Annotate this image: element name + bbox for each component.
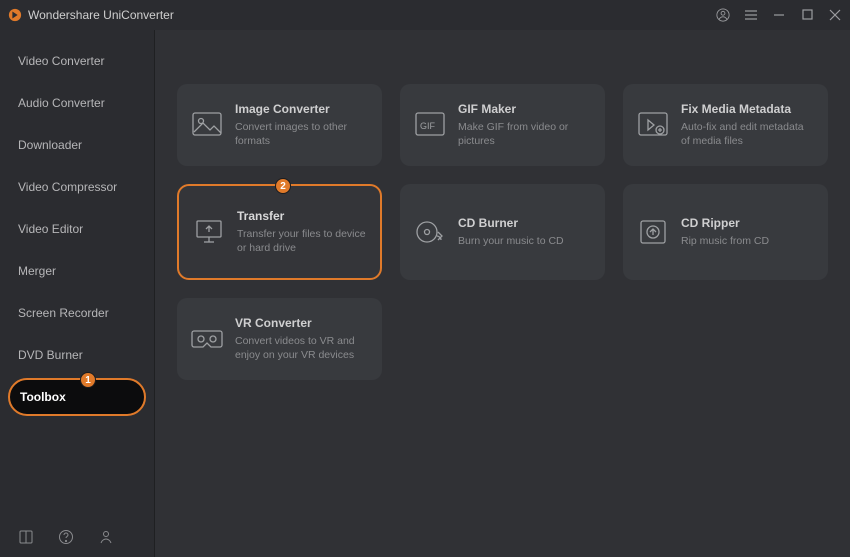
card-gif-maker[interactable]: GIF GIF Maker Make GIF from video or pic…	[400, 84, 605, 166]
maximize-icon[interactable]	[800, 8, 814, 22]
card-desc: Convert images to other formats	[235, 120, 368, 148]
sidebar-footer	[0, 517, 154, 557]
card-title: Image Converter	[235, 102, 368, 116]
card-title: CD Burner	[458, 216, 591, 230]
card-desc: Rip music from CD	[681, 234, 814, 248]
sidebar-item-label: Downloader	[18, 138, 82, 152]
card-text: Fix Media Metadata Auto-fix and edit met…	[681, 102, 814, 148]
annotation-badge-2: 2	[275, 178, 291, 194]
sidebar-item-label: Merger	[18, 264, 56, 278]
window-buttons	[716, 8, 842, 22]
gif-icon: GIF	[414, 109, 446, 141]
app-logo-icon	[8, 8, 22, 22]
sidebar-item-label: Video Compressor	[18, 180, 117, 194]
image-icon	[191, 109, 223, 141]
transfer-icon	[193, 216, 225, 248]
card-image-converter[interactable]: Image Converter Convert images to other …	[177, 84, 382, 166]
card-title: CD Ripper	[681, 216, 814, 230]
sidebar-item-label: Video Editor	[18, 222, 83, 236]
cd-ripper-icon	[637, 216, 669, 248]
sidebar-item-label: Screen Recorder	[18, 306, 109, 320]
sidebar-nav: Video Converter Audio Converter Download…	[0, 30, 154, 517]
hamburger-icon[interactable]	[744, 8, 758, 22]
minimize-icon[interactable]	[772, 8, 786, 22]
card-text: CD Burner Burn your music to CD	[458, 216, 591, 248]
card-text: GIF Maker Make GIF from video or picture…	[458, 102, 591, 148]
sidebar-item-toolbox[interactable]: Toolbox 1	[8, 378, 146, 416]
app-title: Wondershare UniConverter	[28, 8, 716, 22]
book-icon[interactable]	[18, 529, 34, 545]
card-title: Transfer	[237, 209, 366, 223]
card-text: CD Ripper Rip music from CD	[681, 216, 814, 248]
main-area: Video Converter Audio Converter Download…	[0, 30, 850, 557]
sidebar-item-audio-converter[interactable]: Audio Converter	[8, 84, 146, 122]
card-desc: Burn your music to CD	[458, 234, 591, 248]
card-desc: Auto-fix and edit metadata of media file…	[681, 120, 814, 148]
help-icon[interactable]	[58, 529, 74, 545]
card-desc: Convert videos to VR and enjoy on your V…	[235, 334, 368, 362]
sidebar-item-video-converter[interactable]: Video Converter	[8, 42, 146, 80]
sidebar-item-video-compressor[interactable]: Video Compressor	[8, 168, 146, 206]
card-vr-converter[interactable]: VR Converter Convert videos to VR and en…	[177, 298, 382, 380]
card-transfer[interactable]: 2 Transfer Transfer your files to device…	[177, 184, 382, 280]
user-icon[interactable]	[716, 8, 730, 22]
card-desc: Make GIF from video or pictures	[458, 120, 591, 148]
vr-icon	[191, 323, 223, 355]
card-fix-media-metadata[interactable]: Fix Media Metadata Auto-fix and edit met…	[623, 84, 828, 166]
annotation-badge-1: 1	[80, 372, 96, 388]
sidebar-item-downloader[interactable]: Downloader	[8, 126, 146, 164]
metadata-icon	[637, 109, 669, 141]
card-cd-burner[interactable]: CD Burner Burn your music to CD	[400, 184, 605, 280]
titlebar: Wondershare UniConverter	[0, 0, 850, 30]
card-text: Image Converter Convert images to other …	[235, 102, 368, 148]
sidebar-item-label: Audio Converter	[18, 96, 105, 110]
sidebar: Video Converter Audio Converter Download…	[0, 30, 155, 557]
card-text: VR Converter Convert videos to VR and en…	[235, 316, 368, 362]
card-title: Fix Media Metadata	[681, 102, 814, 116]
svg-text:GIF: GIF	[420, 121, 436, 131]
cd-burner-icon	[414, 216, 446, 248]
account-icon[interactable]	[98, 529, 114, 545]
card-desc: Transfer your files to device or hard dr…	[237, 227, 366, 255]
close-icon[interactable]	[828, 8, 842, 22]
sidebar-item-label: DVD Burner	[18, 348, 83, 362]
toolbox-content: Image Converter Convert images to other …	[155, 30, 850, 557]
toolbox-grid: Image Converter Convert images to other …	[177, 84, 832, 380]
sidebar-item-label: Toolbox	[20, 390, 66, 404]
card-title: VR Converter	[235, 316, 368, 330]
sidebar-item-label: Video Converter	[18, 54, 105, 68]
sidebar-item-merger[interactable]: Merger	[8, 252, 146, 290]
card-text: Transfer Transfer your files to device o…	[237, 209, 366, 255]
card-title: GIF Maker	[458, 102, 591, 116]
sidebar-item-video-editor[interactable]: Video Editor	[8, 210, 146, 248]
sidebar-item-dvd-burner[interactable]: DVD Burner	[8, 336, 146, 374]
sidebar-item-screen-recorder[interactable]: Screen Recorder	[8, 294, 146, 332]
card-cd-ripper[interactable]: CD Ripper Rip music from CD	[623, 184, 828, 280]
